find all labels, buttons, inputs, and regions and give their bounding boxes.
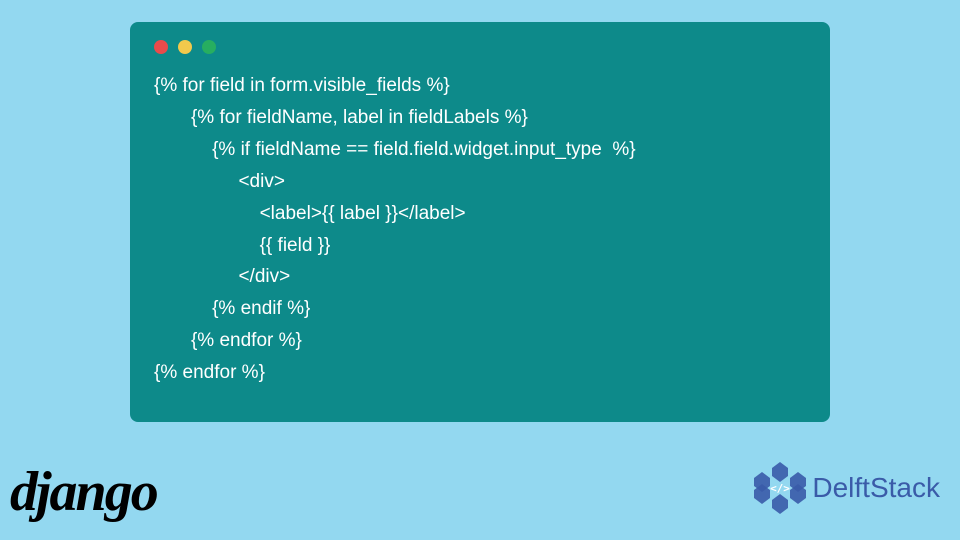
django-logo: django [10, 460, 157, 524]
code-line: {% for field in form.visible_fields %} [154, 75, 450, 96]
window-controls [154, 40, 806, 54]
code-block: {% for field in form.visible_fields %} {… [130, 22, 830, 422]
code-content: {% for field in form.visible_fields %} {… [154, 70, 806, 389]
code-line: </div> [154, 266, 290, 287]
close-icon [154, 40, 168, 54]
code-line: {% endif %} [154, 298, 310, 319]
code-line: {{ field }} [154, 235, 330, 256]
code-line: {% endfor %} [154, 362, 265, 383]
delftstack-icon: </> [750, 458, 810, 518]
delftstack-logo: </> DelftStack [750, 458, 940, 518]
maximize-icon [202, 40, 216, 54]
code-line: <label>{{ label }}</label> [154, 203, 466, 224]
delftstack-text: DelftStack [812, 472, 940, 504]
svg-text:</>: </> [770, 482, 790, 495]
code-line: <div> [154, 171, 285, 192]
code-line: {% for fieldName, label in fieldLabels %… [154, 107, 528, 128]
code-line: {% endfor %} [154, 330, 302, 351]
code-line: {% if fieldName == field.field.widget.in… [154, 139, 636, 160]
minimize-icon [178, 40, 192, 54]
